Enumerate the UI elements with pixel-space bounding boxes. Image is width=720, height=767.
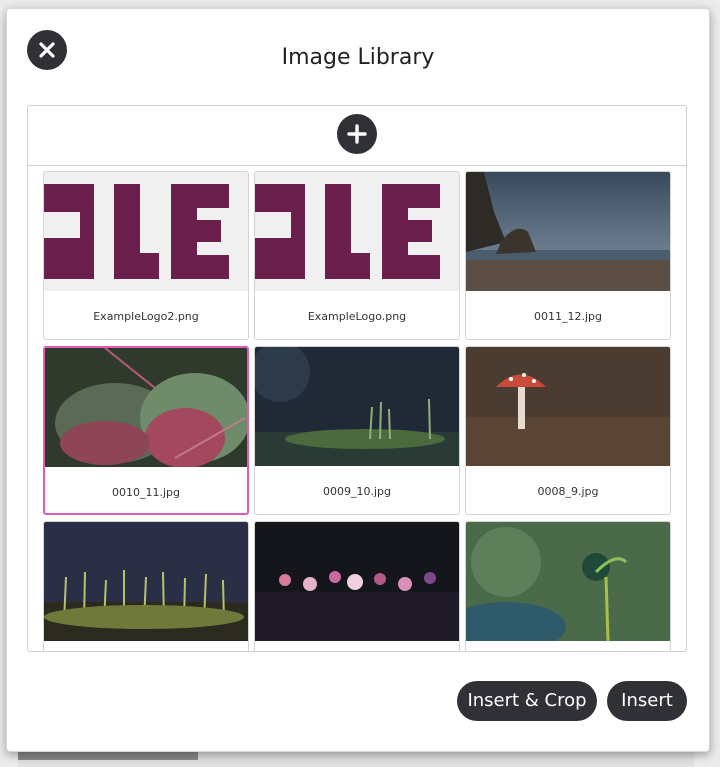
image-thumbnail xyxy=(44,522,248,641)
image-thumbnail xyxy=(255,172,459,291)
image-filename: 0010_11.jpg xyxy=(111,486,180,499)
plus-icon xyxy=(347,124,367,144)
image-grid: ExampleLogo2.png ExampleLogo.png 0011_12… xyxy=(43,171,673,651)
modal-title: Image Library xyxy=(281,45,435,70)
image-card[interactable]: 0009_10.jpg xyxy=(254,346,460,515)
image-thumbnail xyxy=(255,522,459,641)
image-filename: 0008_9.jpg xyxy=(537,485,599,498)
insert-and-crop-button[interactable]: Insert & Crop xyxy=(457,681,597,721)
image-card[interactable] xyxy=(43,521,249,651)
image-thumbnail xyxy=(44,172,248,291)
image-library-modal: Image Library ExampleLogo2.png ExampleLo… xyxy=(6,8,710,752)
image-library-panel: ExampleLogo2.png ExampleLogo.png 0011_12… xyxy=(27,105,687,652)
image-card[interactable]: 0011_12.jpg xyxy=(465,171,671,340)
image-card[interactable]: 0008_9.jpg xyxy=(465,346,671,515)
image-filename: ExampleLogo2.png xyxy=(93,310,199,323)
image-card[interactable] xyxy=(465,521,671,651)
image-filename: ExampleLogo.png xyxy=(307,310,407,323)
image-thumbnail xyxy=(466,172,670,291)
image-card[interactable] xyxy=(254,521,460,651)
image-thumbnail xyxy=(466,347,670,466)
image-thumbnail xyxy=(255,347,459,466)
image-filename: 0011_12.jpg xyxy=(533,310,602,323)
image-card[interactable]: ExampleLogo2.png xyxy=(43,171,249,340)
add-image-button[interactable] xyxy=(337,114,377,154)
upload-bar xyxy=(28,106,686,166)
image-filename: 0009_10.jpg xyxy=(322,485,391,498)
image-thumbnail xyxy=(45,348,247,467)
insert-button[interactable]: Insert xyxy=(607,681,687,721)
image-thumbnail xyxy=(466,522,670,641)
image-card-selected[interactable]: 0010_11.jpg xyxy=(43,346,249,515)
image-card[interactable]: ExampleLogo.png xyxy=(254,171,460,340)
